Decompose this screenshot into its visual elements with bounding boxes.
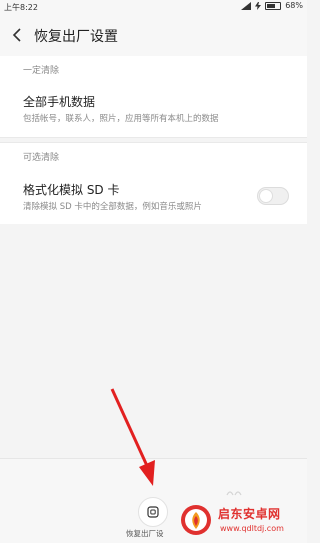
section-required: 一定清除 全部手机数据 包括帐号，联系人，照片，应用等所有本机上的数据 bbox=[0, 56, 307, 138]
watermark-logo-icon bbox=[181, 505, 211, 535]
item-title-all-data: 全部手机数据 bbox=[23, 95, 96, 109]
battery-icon bbox=[265, 1, 282, 10]
watermark-url: www.qdltdj.com bbox=[220, 524, 284, 533]
item-title-format-sd: 格式化模拟 SD 卡 bbox=[23, 183, 120, 197]
dots-icon bbox=[226, 491, 242, 496]
item-desc-all-data: 包括帐号，联系人，照片，应用等所有本机上的数据 bbox=[23, 114, 219, 124]
format-sd-toggle[interactable] bbox=[257, 187, 289, 205]
reset-phone-icon bbox=[147, 506, 159, 518]
status-bar: 上午8:22 68% bbox=[0, 0, 307, 14]
section-label-required: 一定清除 bbox=[23, 66, 60, 76]
status-right: 68% bbox=[241, 1, 303, 10]
reset-button-label[interactable]: 恢复出厂设 bbox=[126, 528, 186, 539]
charging-icon bbox=[255, 1, 262, 10]
section-optional[interactable]: 可选清除 格式化模拟 SD 卡 清除模拟 SD 卡中的全部数据，例如音乐或照片 bbox=[0, 142, 307, 224]
item-desc-format-sd: 清除模拟 SD 卡中的全部数据，例如音乐或照片 bbox=[23, 202, 202, 212]
title-bar: 恢复出厂设置 bbox=[0, 14, 307, 56]
watermark-text: 启东安卓网 bbox=[218, 507, 281, 521]
toggle-knob bbox=[259, 189, 273, 203]
back-arrow-icon[interactable] bbox=[10, 26, 26, 44]
signal-icon bbox=[241, 1, 252, 10]
page-title: 恢复出厂设置 bbox=[34, 29, 118, 45]
status-time: 上午8:22 bbox=[4, 3, 38, 12]
section-label-optional: 可选清除 bbox=[23, 153, 60, 163]
battery-percent: 68% bbox=[285, 1, 303, 10]
